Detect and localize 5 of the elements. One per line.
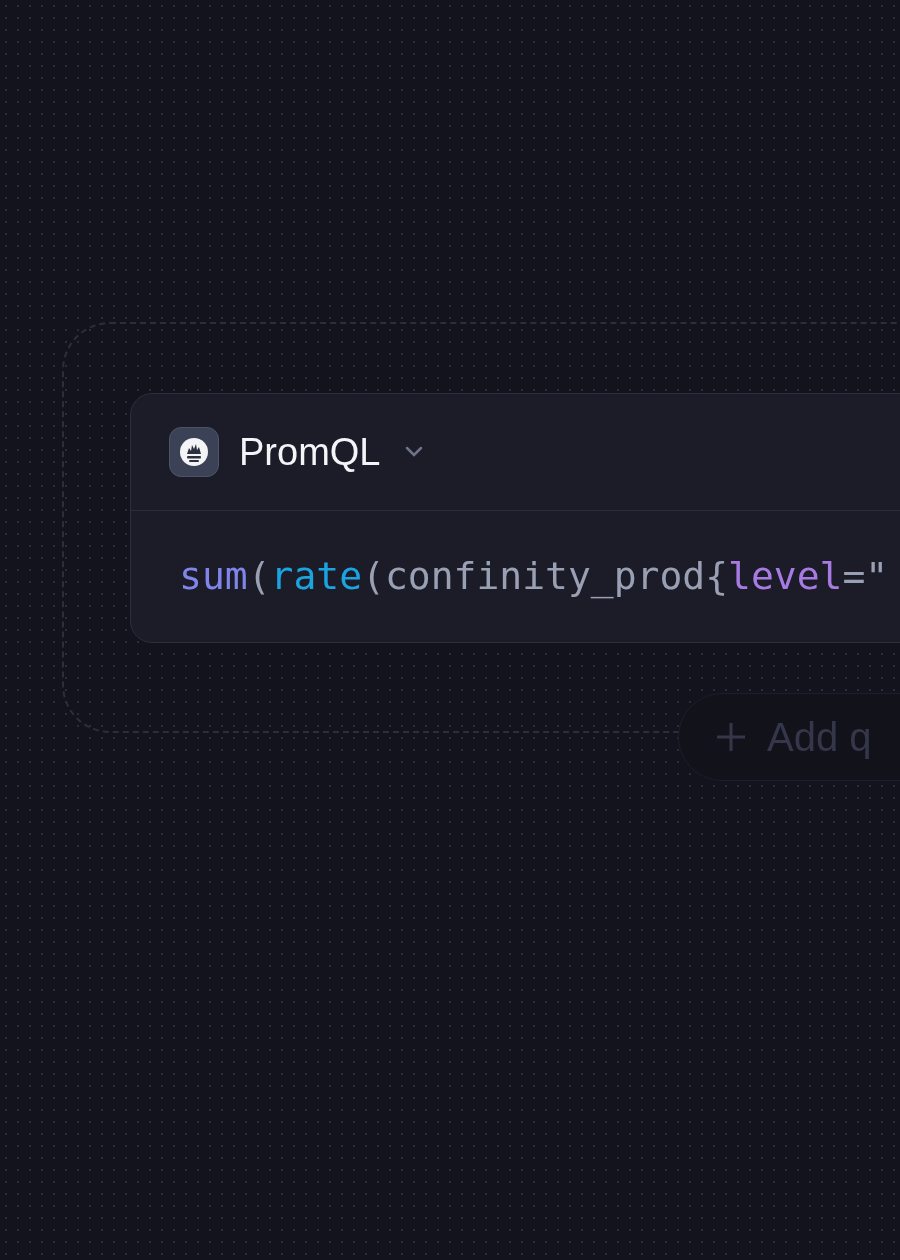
chevron-down-icon	[404, 446, 425, 458]
flame-logo-icon	[169, 427, 219, 477]
plus-icon	[715, 721, 747, 753]
language-selector[interactable]: PromQL	[239, 423, 425, 481]
query-code[interactable]: sum(rate(confinity_prod{level="	[179, 548, 889, 605]
